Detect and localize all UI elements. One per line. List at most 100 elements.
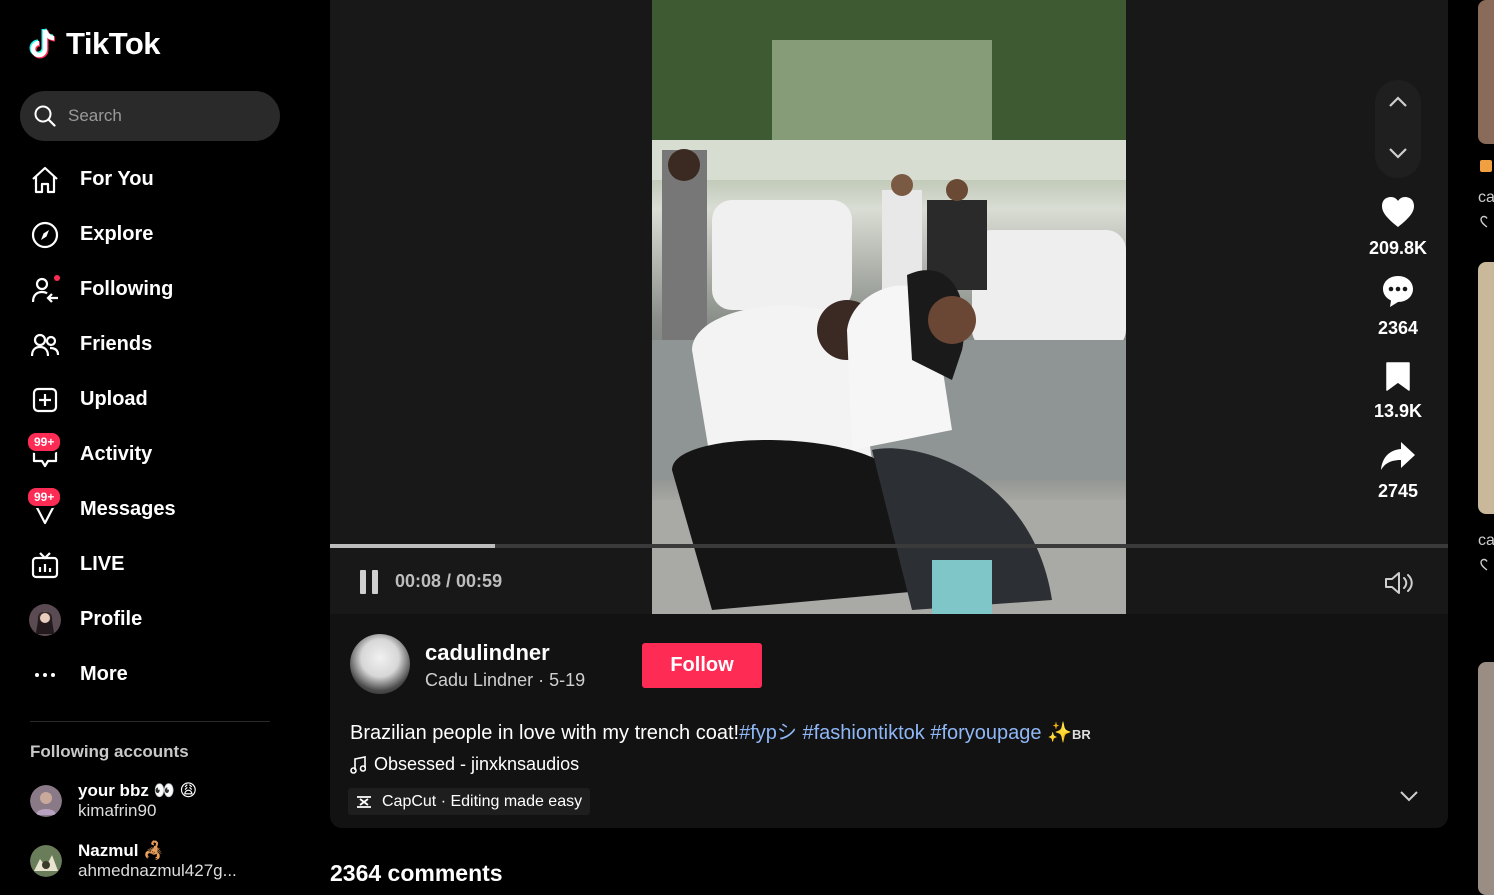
recommendation-column: ca ca: [1478, 0, 1494, 895]
nav-following[interactable]: Following: [20, 262, 290, 317]
live-icon: [28, 548, 62, 582]
recommended-title[interactable]: ca: [1478, 189, 1494, 207]
nav-explore[interactable]: Explore: [20, 207, 290, 262]
post-description: Brazilian people in love with my trench …: [350, 716, 1091, 745]
video-scene: [652, 0, 1126, 614]
video-player[interactable]: 00:08 / 00:59 209.8K 2364 13.9K 2745: [330, 0, 1448, 614]
progress-fill: [330, 544, 496, 548]
search-box[interactable]: [20, 91, 280, 141]
share-action[interactable]: 2745: [1358, 440, 1438, 502]
logo-text: TikTok: [66, 26, 161, 61]
nav-messages[interactable]: 99+ Messages: [20, 482, 290, 537]
account-avatar: [30, 845, 62, 877]
author-username[interactable]: cadulindner: [425, 640, 550, 666]
follow-button[interactable]: Follow: [642, 643, 762, 688]
music-note-icon: [350, 755, 366, 774]
comment-icon: [1383, 276, 1413, 307]
following-icon: [28, 273, 62, 307]
messages-icon: 99+: [26, 485, 63, 527]
nav-label: More: [80, 663, 128, 685]
chevron-down-icon[interactable]: [1388, 146, 1408, 160]
search-icon: [34, 105, 56, 127]
comments-header: 2364 comments: [330, 860, 503, 886]
author-avatar[interactable]: [350, 634, 410, 694]
like-action[interactable]: 209.8K: [1358, 195, 1438, 259]
volume-icon[interactable]: [1383, 570, 1415, 596]
like-count: 209.8K: [1368, 238, 1428, 258]
account-name: Nazmul 🦂: [78, 841, 165, 860]
recommended-video-thumb[interactable]: [1478, 662, 1494, 895]
following-account-item[interactable]: Nazmul 🦂 ahmednazmul427g...: [30, 841, 237, 881]
nav-more[interactable]: More: [20, 647, 290, 702]
tiktok-logo[interactable]: TikTok: [28, 26, 161, 62]
account-name: your bbz 👀 😩: [78, 781, 198, 800]
upload-icon: [28, 383, 62, 417]
home-icon: [28, 163, 62, 197]
nav-label: For You: [80, 168, 154, 190]
video-nav-arrows: [1375, 80, 1421, 178]
account-handle: ahmednazmul427g...: [78, 861, 237, 880]
flag-br: BR: [1072, 727, 1091, 742]
share-count: 2745: [1377, 481, 1419, 501]
bookmark-icon: [1386, 362, 1410, 391]
profile-avatar: [28, 603, 62, 637]
following-accounts-title: Following accounts: [30, 742, 189, 761]
nav-label: Upload: [80, 388, 148, 410]
music-title: Obsessed - jinxknsaudios: [374, 754, 580, 774]
recommended-title[interactable]: ca: [1478, 532, 1494, 550]
following-account-item[interactable]: your bbz 👀 😩 kimafrin90: [30, 781, 197, 821]
chevron-up-icon[interactable]: [1388, 95, 1408, 109]
hashtag[interactable]: #fashiontiktok: [802, 722, 924, 744]
sidebar-divider: [30, 721, 270, 722]
comment-count: 2364: [1377, 318, 1419, 338]
pause-icon[interactable]: [358, 569, 382, 595]
more-icon: [28, 658, 62, 692]
heart-outline-icon[interactable]: [1480, 215, 1494, 229]
capcut-icon: [357, 795, 371, 808]
nav-upload[interactable]: Upload: [20, 372, 290, 427]
anchor-label: CapCut · Editing made easy: [382, 792, 583, 810]
description-text: Brazilian people in love with my trench …: [350, 722, 740, 744]
expand-chevron-icon[interactable]: [1398, 788, 1420, 804]
share-icon: [1381, 442, 1415, 470]
video-frame[interactable]: [652, 0, 1126, 614]
recommended-video-thumb[interactable]: [1478, 262, 1494, 514]
hashtag[interactable]: #foryoupage: [930, 722, 1041, 744]
recommended-video-thumb[interactable]: [1478, 0, 1494, 144]
nav-activity[interactable]: 99+ Activity: [20, 427, 290, 482]
nav-label: Activity: [80, 443, 153, 465]
save-action[interactable]: 13.9K: [1358, 360, 1438, 422]
nav-label: Friends: [80, 333, 153, 355]
author-nickname-date: Cadu Lindner · 5-19: [425, 670, 586, 690]
post-info: cadulindner Cadu Lindner · 5-19 Follow B…: [330, 614, 1448, 828]
progress-bar[interactable]: [330, 544, 1448, 548]
save-count: 13.9K: [1373, 401, 1423, 421]
activity-badge: 99+: [26, 430, 63, 453]
nav-label: Profile: [80, 608, 143, 630]
nav-friends[interactable]: Friends: [20, 317, 290, 372]
friends-icon: [28, 328, 62, 362]
sidebar: TikTok For You Explore Following: [0, 0, 310, 895]
notification-dot: [54, 274, 60, 281]
activity-icon: 99+: [26, 430, 63, 472]
capcut-anchor[interactable]: CapCut · Editing made easy: [348, 788, 591, 815]
nav-live[interactable]: LIVE: [20, 537, 290, 592]
recommendation-badge-icon: [1480, 160, 1492, 172]
main-content: 00:08 / 00:59 209.8K 2364 13.9K 2745 cad…: [330, 0, 1448, 895]
nav-label: Messages: [80, 498, 176, 520]
hashtag[interactable]: #fypシ: [739, 722, 797, 744]
comment-action[interactable]: 2364: [1358, 273, 1438, 339]
nav-for-you[interactable]: For You: [20, 152, 290, 207]
video-time: 00:08 / 00:59: [395, 571, 503, 591]
search-input[interactable]: [68, 106, 258, 126]
music-link[interactable]: Obsessed - jinxknsaudios: [350, 754, 579, 775]
account-handle: kimafrin90: [78, 801, 157, 820]
nav-profile[interactable]: Profile: [20, 592, 290, 647]
main-nav: For You Explore Following Friends Upload…: [20, 152, 290, 702]
nav-label: Following: [80, 278, 174, 300]
heart-outline-icon[interactable]: [1480, 558, 1494, 572]
heart-icon: [1382, 197, 1414, 227]
account-avatar: [30, 785, 62, 817]
tiktok-note-icon: [29, 28, 56, 59]
sparkle-emoji: ✨: [1047, 722, 1072, 744]
